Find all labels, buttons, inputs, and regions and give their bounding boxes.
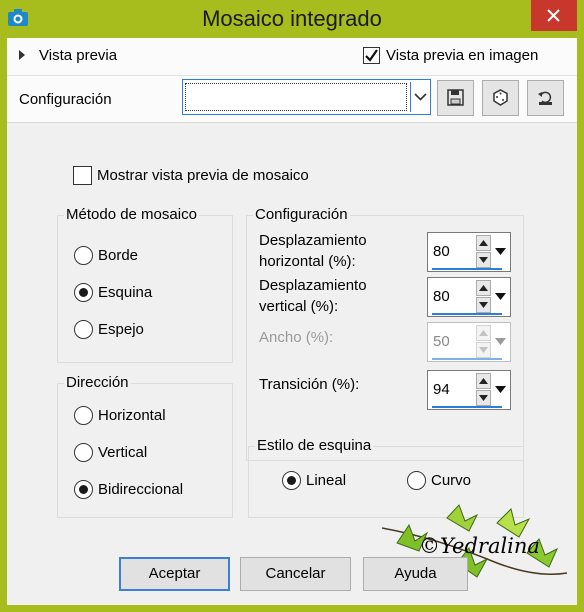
h-offset-label-line1: Desplazamiento [259,232,367,249]
preview-toggle-label[interactable]: Vista previa [39,47,117,64]
dropdown-arrow-icon[interactable] [493,235,508,269]
transition-spinbox[interactable]: 94 [427,370,511,410]
radio-corner[interactable] [74,283,93,302]
preview-in-image-label[interactable]: Vista previa en imagen [386,47,538,64]
ok-button[interactable]: Aceptar [119,557,230,591]
dice-icon [493,89,508,106]
spin-down-button[interactable] [476,252,491,268]
radio-bidirectional-label[interactable]: Bidireccional [98,481,183,498]
radio-curved-label[interactable]: Curvo [431,472,471,489]
dialog-window: Mosaico integrado Vista previa Vista pre… [0,0,584,612]
show-tile-preview-checkbox[interactable] [73,166,92,185]
close-icon [547,9,560,22]
watermark-signature: ©Yedralina [419,534,540,558]
direction-legend: Dirección [64,374,131,391]
spin-up-button[interactable] [476,373,491,389]
dropdown-arrow-icon [495,338,506,345]
settings-group: Configuración Desplazamiento horizontal … [246,206,524,461]
triangle-up-icon [479,240,488,246]
spin-down-button [476,342,491,358]
radio-curved[interactable] [407,471,426,490]
dropdown-arrow-icon[interactable] [493,373,508,407]
dropdown-arrow-icon[interactable] [493,280,508,314]
tile-method-legend: Método de mosaico [64,206,199,223]
radio-horizontal[interactable] [74,406,93,425]
direction-group: Dirección Horizontal Vertical Bidireccio… [57,374,233,518]
spin-up-button[interactable] [476,235,491,251]
title-bar[interactable]: Mosaico integrado [0,0,584,38]
h-offset-label-line2: horizontal (%): [259,253,356,270]
width-value: 50 [433,333,450,350]
triangle-down-icon [479,347,488,353]
radio-horizontal-label[interactable]: Horizontal [98,407,166,424]
preview-bar: Vista previa Vista previa en imagen [7,38,577,75]
dialog-body: Vista previa Vista previa en imagen Conf… [7,38,577,605]
spin-up-button [476,325,491,341]
triangle-up-icon [479,378,488,384]
h-offset-value[interactable]: 80 [433,243,450,260]
save-disk-icon [447,89,464,106]
width-label: Ancho (%): [259,329,334,346]
radio-vertical-label[interactable]: Vertical [98,444,147,461]
help-button[interactable]: Ayuda [363,557,468,591]
save-preset-button[interactable] [437,80,474,116]
radio-linear-label[interactable]: Lineal [306,472,346,489]
radio-corner-label[interactable]: Esquina [98,284,152,301]
preset-combobox[interactable] [182,79,431,115]
config-label: Configuración [19,91,112,108]
close-button[interactable] [531,0,577,31]
v-offset-label-line1: Desplazamiento [259,277,367,294]
radio-edge[interactable] [74,246,93,265]
v-offset-label-line2: vertical (%): [259,298,339,315]
triangle-down-icon [479,257,488,263]
checkmark-icon [365,49,378,62]
radio-linear[interactable] [282,471,301,490]
chevron-down-icon[interactable] [414,93,427,101]
cancel-button[interactable]: Cancelar [240,557,351,591]
radio-bidirectional[interactable] [74,480,93,499]
triangle-down-icon [479,302,488,308]
preview-in-image-checkbox[interactable] [363,47,380,64]
radio-mirror-label[interactable]: Espejo [98,321,144,338]
spin-down-button[interactable] [476,390,491,406]
radio-mirror[interactable] [74,320,93,339]
preset-input[interactable] [185,83,407,111]
width-spinbox: 50 [427,322,511,362]
triangle-down-icon [479,395,488,401]
transition-label: Transición (%): [259,376,360,393]
transition-value[interactable]: 94 [433,381,450,398]
v-offset-value[interactable]: 80 [433,288,450,305]
v-offset-spinbox[interactable]: 80 [427,277,511,317]
spin-down-button[interactable] [476,297,491,313]
triangle-up-icon [479,330,488,336]
radio-edge-label[interactable]: Borde [98,247,138,264]
reset-defaults-button[interactable] [527,80,564,116]
triangle-up-icon [479,285,488,291]
show-tile-preview-label[interactable]: Mostrar vista previa de mosaico [97,167,309,184]
h-offset-spinbox[interactable]: 80 [427,232,511,272]
reset-icon [538,91,552,105]
window-title: Mosaico integrado [202,6,382,31]
expand-triangle-icon[interactable] [19,50,26,60]
radio-vertical[interactable] [74,443,93,462]
tile-method-group: Método de mosaico Borde Esquina Espejo [57,206,233,363]
randomize-button[interactable] [482,80,519,116]
settings-legend: Configuración [253,206,350,223]
spin-up-button[interactable] [476,280,491,296]
divider [7,122,577,123]
corner-style-legend: Estilo de esquina [255,437,374,454]
